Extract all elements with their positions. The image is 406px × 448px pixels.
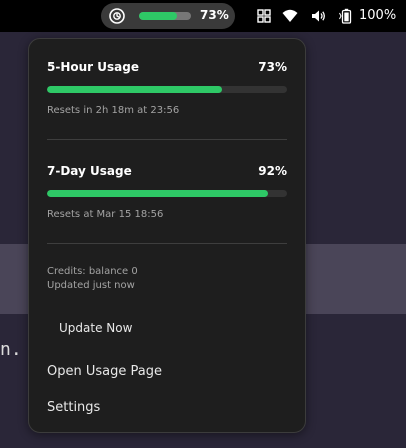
seven-day-usage-percent: 92% [258, 164, 287, 178]
apps-grid-icon[interactable] [256, 8, 272, 24]
usage-indicator-fill [139, 12, 177, 20]
battery-percent: 100% [359, 8, 397, 23]
wifi-icon[interactable] [282, 8, 298, 24]
usage-indicator-bar [139, 12, 191, 20]
terminal-text: n. [0, 339, 22, 360]
credits-text: Credits: balance 0 [47, 266, 138, 277]
usage-popup-menu: 5-Hour Usage 73% Resets in 2h 18m at 23:… [28, 38, 306, 433]
five-hour-resets-text: Resets in 2h 18m at 23:56 [47, 105, 180, 116]
volume-icon[interactable] [310, 8, 326, 24]
five-hour-usage-bar [47, 86, 287, 93]
top-panel: 73% 100% [0, 0, 406, 32]
five-hour-usage-fill [47, 86, 223, 93]
seven-day-usage-bar [47, 190, 287, 197]
updated-text: Updated just now [47, 280, 135, 291]
usage-indicator-percent: 73% [200, 8, 229, 22]
divider [47, 139, 287, 140]
settings-item[interactable]: Settings [47, 400, 100, 415]
open-usage-page-item[interactable]: Open Usage Page [47, 364, 162, 379]
five-hour-usage-title: 5-Hour Usage [47, 60, 139, 74]
claude-logo-icon [109, 8, 125, 24]
usage-indicator[interactable]: 73% [101, 3, 235, 29]
battery-icon[interactable] [338, 8, 354, 24]
five-hour-usage-percent: 73% [258, 60, 287, 74]
divider [47, 243, 287, 244]
seven-day-resets-text: Resets at Mar 15 18:56 [47, 209, 164, 220]
seven-day-usage-title: 7-Day Usage [47, 164, 132, 178]
seven-day-usage-fill [47, 190, 268, 197]
update-now-button[interactable]: Update Now [59, 321, 132, 335]
